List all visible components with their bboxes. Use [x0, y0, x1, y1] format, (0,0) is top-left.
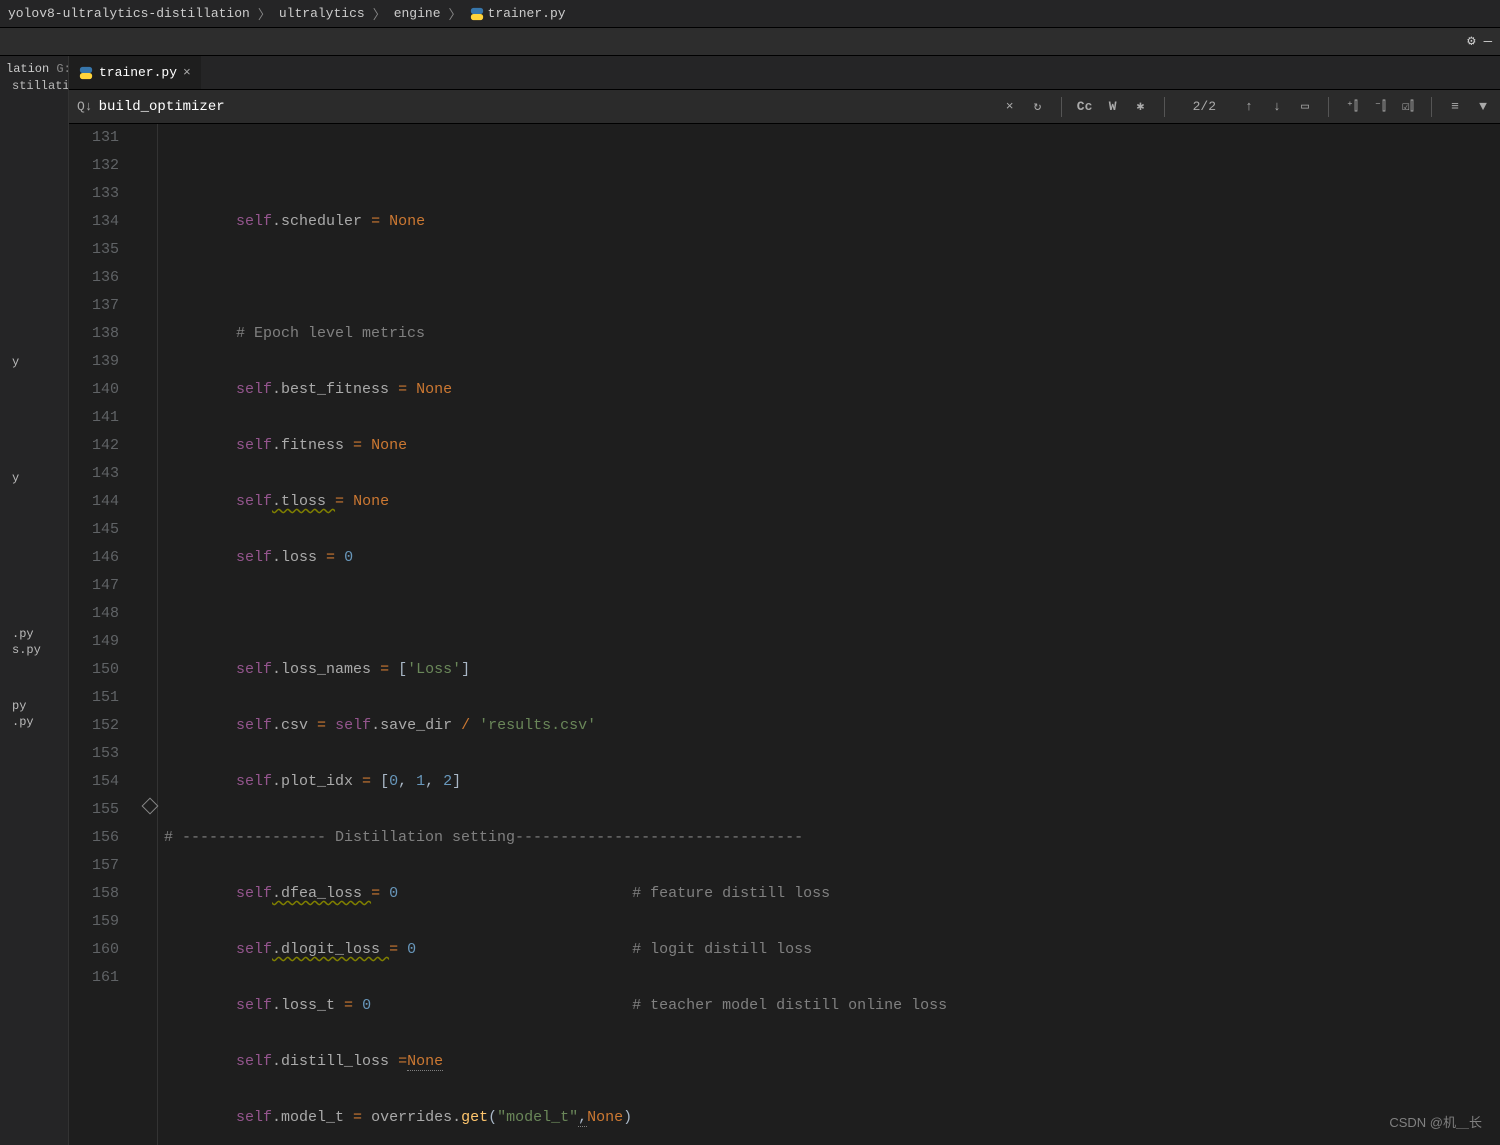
- fold-marker-icon[interactable]: [142, 798, 159, 815]
- project-sidebar[interactable]: lation G:\ stillation y y .py s.py py .p…: [0, 56, 69, 1145]
- next-match-icon[interactable]: ↓: [1268, 98, 1286, 116]
- whole-word-toggle[interactable]: W: [1104, 98, 1122, 116]
- crumb-file[interactable]: trainer.py: [470, 6, 566, 21]
- regex-toggle[interactable]: ✱: [1132, 98, 1150, 116]
- add-selection-icon[interactable]: ⁺⫿: [1343, 98, 1361, 116]
- editor-tabs: trainer.py ×: [69, 56, 1500, 90]
- filter-lines-icon[interactable]: ≡: [1446, 98, 1464, 116]
- chevron-right-icon: 〉: [449, 4, 462, 23]
- select-all-icon[interactable]: ▭: [1296, 98, 1314, 116]
- clear-icon[interactable]: ×: [1001, 98, 1019, 116]
- search-input[interactable]: [99, 99, 459, 115]
- search-icon: Q↓: [77, 99, 93, 114]
- line-gutter: 1311321331341351361371381391401411421431…: [69, 124, 144, 1145]
- crumb-2[interactable]: ultralytics: [279, 6, 365, 21]
- fold-column[interactable]: [144, 124, 158, 1145]
- remove-selection-icon[interactable]: ⁻⫿: [1371, 98, 1389, 116]
- chevron-right-icon: 〉: [258, 4, 271, 23]
- match-case-toggle[interactable]: Cc: [1076, 98, 1094, 116]
- select-occurrences-icon[interactable]: ☑⫿: [1399, 98, 1417, 116]
- chevron-right-icon: 〉: [373, 4, 386, 23]
- python-icon: [470, 7, 484, 21]
- code-area[interactable]: self.scheduler = None # Epoch level metr…: [158, 124, 1500, 1145]
- match-count: 2/2: [1193, 99, 1216, 114]
- find-bar: Q↓ × ↻ Cc W ✱ 2/2 ↑ ↓ ▭ ⁺⫿ ⁻⫿ ☑⫿: [69, 90, 1500, 124]
- side-toolbar: ⚙ —: [0, 28, 1500, 56]
- close-icon[interactable]: ×: [183, 65, 191, 80]
- tab-trainer[interactable]: trainer.py ×: [69, 56, 202, 89]
- history-icon[interactable]: ↻: [1029, 98, 1047, 116]
- gear-icon[interactable]: ⚙: [1467, 33, 1475, 50]
- filter-icon[interactable]: ▼: [1474, 98, 1492, 116]
- breadcrumb-bar: yolov8-ultralytics-distillation 〉 ultral…: [0, 0, 1500, 28]
- crumb-3[interactable]: engine: [394, 6, 441, 21]
- python-icon: [79, 66, 93, 80]
- crumb-1[interactable]: yolov8-ultralytics-distillation: [8, 6, 250, 21]
- prev-match-icon[interactable]: ↑: [1240, 98, 1258, 116]
- watermark: CSDN @机＿长: [1389, 1112, 1482, 1131]
- minimize-icon[interactable]: —: [1484, 34, 1492, 50]
